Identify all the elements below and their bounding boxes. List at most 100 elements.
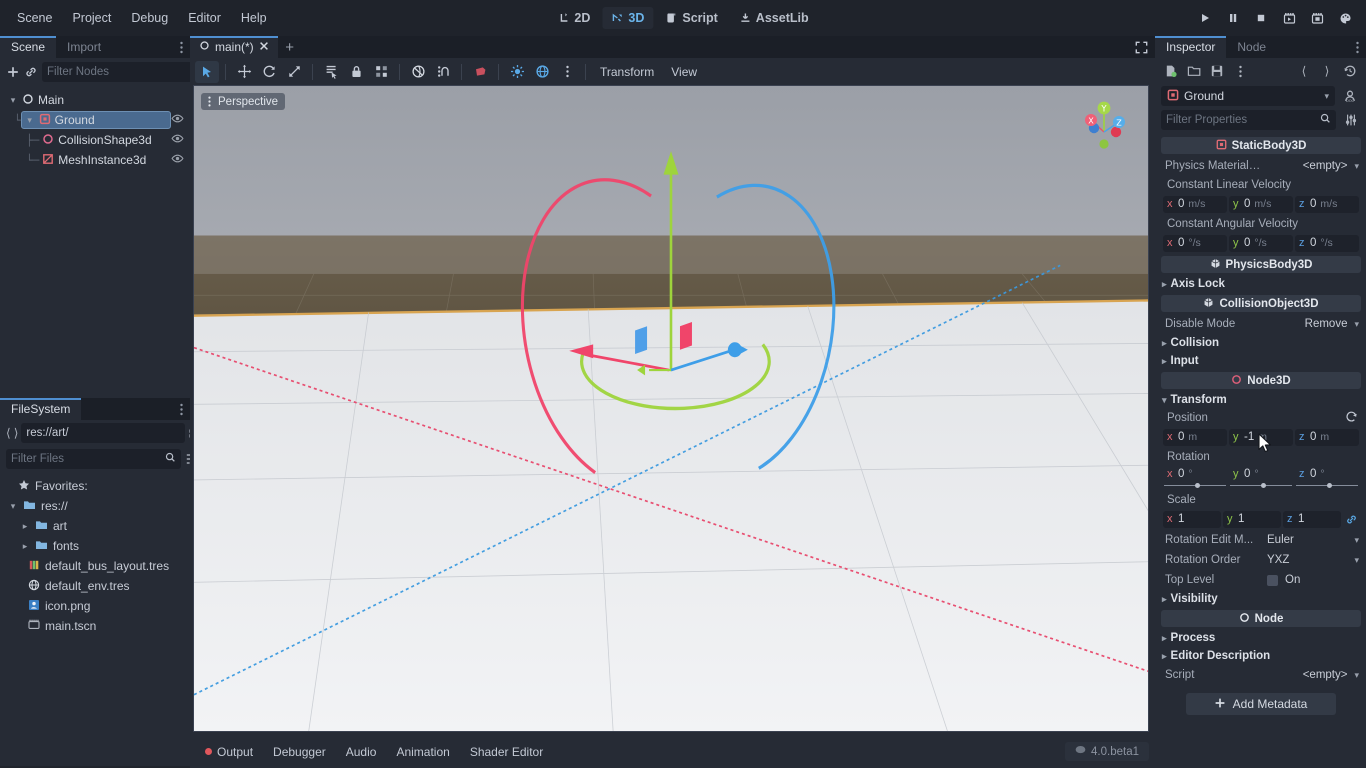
chevron-right-icon[interactable]: ▸ <box>1162 356 1167 367</box>
fs-item-default-env[interactable]: default_env.tres <box>0 576 190 596</box>
3d-viewport[interactable]: Perspective <box>193 85 1149 732</box>
menu-project[interactable]: Project <box>63 7 120 29</box>
tab-3d[interactable]: 3D <box>602 7 653 29</box>
bottom-animation[interactable]: Animation <box>387 741 458 763</box>
fs-item-art[interactable]: ▸ art <box>0 516 190 536</box>
chevron-right-icon[interactable]: ▸ <box>20 541 30 552</box>
transform-menu[interactable]: Transform <box>592 62 662 82</box>
fs-item-favorites[interactable]: Favorites: <box>0 476 190 496</box>
category-staticbody3d[interactable]: StaticBody3D <box>1161 137 1361 154</box>
chevron-right-icon[interactable]: ▸ <box>1162 633 1167 644</box>
chevron-down-icon[interactable]: ▾ <box>25 115 35 126</box>
menu-debug[interactable]: Debug <box>122 7 177 29</box>
renderer-selector[interactable] <box>1332 6 1358 30</box>
bottom-audio[interactable]: Audio <box>337 741 386 763</box>
prop-rotation-edit-mode[interactable]: Rotation Edit M... Euler ▾ <box>1155 530 1366 550</box>
kebab-menu-icon[interactable] <box>204 96 215 107</box>
chevron-down-icon[interactable]: ▾ <box>8 95 18 106</box>
close-icon[interactable] <box>259 40 269 54</box>
filesystem-path-input[interactable] <box>21 423 185 443</box>
field-position-y[interactable]: y-1m <box>1229 429 1293 446</box>
scene-tab-main[interactable]: main(*) <box>190 36 278 58</box>
play-button[interactable] <box>1192 6 1218 30</box>
category-collisionobject3d[interactable]: CollisionObject3D <box>1161 295 1361 312</box>
inspector-options-icon[interactable] <box>1341 110 1360 130</box>
chevron-left-icon[interactable]: ⟨ <box>1294 61 1314 81</box>
snap-icon[interactable] <box>431 61 455 83</box>
rotation-y-slider-knob[interactable] <box>1261 483 1266 488</box>
link-ratio-icon[interactable] <box>1343 513 1359 526</box>
visibility-toggle-icon[interactable] <box>171 132 184 148</box>
prop-physics-material-override[interactable]: Physics Material ... <empty> ▾ <box>1155 156 1366 176</box>
add-scene-button[interactable]: + <box>278 36 302 58</box>
expand-viewport-icon[interactable] <box>1127 36 1155 58</box>
field-clv-y[interactable]: y0m/s <box>1229 196 1293 213</box>
category-node3d[interactable]: Node3D <box>1161 372 1361 389</box>
filter-files-input[interactable] <box>6 449 181 469</box>
field-clv-z[interactable]: z0m/s <box>1295 196 1359 213</box>
section-input[interactable]: ▸ Input <box>1155 352 1366 370</box>
folder-open-icon[interactable] <box>1184 61 1204 81</box>
chevron-right-icon[interactable]: ▸ <box>20 521 30 532</box>
stop-button[interactable] <box>1248 6 1274 30</box>
field-rotation-x[interactable]: x0° <box>1163 465 1227 482</box>
dock-tab-scene[interactable]: Scene <box>0 36 56 58</box>
tree-item-meshinstance3d[interactable]: └─ MeshInstance3d <box>0 150 190 170</box>
tab-assetlib[interactable]: AssetLib <box>730 7 818 29</box>
section-process[interactable]: ▸ Process <box>1155 629 1366 647</box>
field-scale-y[interactable]: y1 <box>1223 511 1281 528</box>
tree-item-collisionshape3d[interactable]: ├─ CollisionShape3d <box>0 130 190 150</box>
scale-mode-button[interactable] <box>282 61 306 83</box>
fs-item-res-root[interactable]: ▾ res:// <box>0 496 190 516</box>
field-cav-x[interactable]: x0°/s <box>1163 235 1227 252</box>
section-collision[interactable]: ▸ Collision <box>1155 334 1366 352</box>
section-transform[interactable]: ▾ Transform <box>1155 391 1366 409</box>
scene-dock-menu-button[interactable] <box>180 36 190 58</box>
section-visibility[interactable]: ▸ Visibility <box>1155 590 1366 608</box>
local-space-icon[interactable] <box>406 61 430 83</box>
section-axis-lock[interactable]: ▸ Axis Lock <box>1155 275 1366 293</box>
chevron-right-icon[interactable]: ▸ <box>1162 279 1167 290</box>
filesystem-dock-menu-button[interactable] <box>180 398 190 420</box>
rotation-z-slider-knob[interactable] <box>1327 483 1332 488</box>
selected-object-dropdown[interactable]: Ground ▾ <box>1161 86 1335 106</box>
save-icon[interactable] <box>1207 61 1227 81</box>
dock-tab-import[interactable]: Import <box>56 36 112 58</box>
visibility-toggle-icon[interactable] <box>171 112 184 128</box>
lock-icon[interactable] <box>344 61 368 83</box>
chevron-down-icon[interactable]: ▾ <box>1354 319 1359 330</box>
category-node[interactable]: Node <box>1161 610 1361 627</box>
fs-item-icon-png[interactable]: icon.png <box>0 596 190 616</box>
prop-script[interactable]: Script <empty> ▾ <box>1155 665 1366 685</box>
kebab-menu-icon[interactable] <box>1230 61 1250 81</box>
fs-item-default-bus-layout[interactable]: default_bus_layout.tres <box>0 556 190 576</box>
inspector-dock-menu-button[interactable] <box>1356 36 1366 58</box>
dock-tab-filesystem[interactable]: FileSystem <box>0 398 81 420</box>
filter-properties-input[interactable] <box>1161 110 1336 130</box>
field-clv-x[interactable]: x0m/s <box>1163 196 1227 213</box>
rotation-x-slider-knob[interactable] <box>1195 483 1200 488</box>
group-selected-icon[interactable] <box>369 61 393 83</box>
visibility-toggle-icon[interactable] <box>171 152 184 168</box>
chevron-down-icon[interactable]: ▾ <box>1324 91 1329 102</box>
chevron-right-icon[interactable]: ⟩ <box>14 424 19 443</box>
field-rotation-y[interactable]: y0° <box>1229 465 1293 482</box>
bottom-output[interactable]: Output <box>196 741 262 763</box>
category-physicsbody3d[interactable]: PhysicsBody3D <box>1161 256 1361 273</box>
chevron-down-icon[interactable]: ▾ <box>1354 535 1359 546</box>
filter-files-field[interactable] <box>11 453 165 465</box>
filter-properties-field[interactable] <box>1166 114 1320 126</box>
tree-item-main[interactable]: ▾ Main <box>0 90 190 110</box>
chevron-down-icon[interactable]: ▾ <box>1354 161 1359 172</box>
field-position-x[interactable]: x0m <box>1163 429 1227 446</box>
field-scale-x[interactable]: x1 <box>1163 511 1221 528</box>
select-mode-button[interactable] <box>195 61 219 83</box>
field-cav-z[interactable]: z0°/s <box>1295 235 1359 252</box>
link-icon[interactable] <box>24 62 38 82</box>
prop-top-level[interactable]: Top Level On <box>1155 570 1366 590</box>
chevron-down-icon[interactable]: ▾ <box>1162 395 1167 406</box>
chevron-down-icon[interactable]: ▾ <box>8 501 18 512</box>
chevron-right-icon[interactable]: ▸ <box>1162 594 1167 605</box>
history-icon[interactable] <box>1340 61 1360 81</box>
environment-globe-icon[interactable] <box>530 61 554 83</box>
